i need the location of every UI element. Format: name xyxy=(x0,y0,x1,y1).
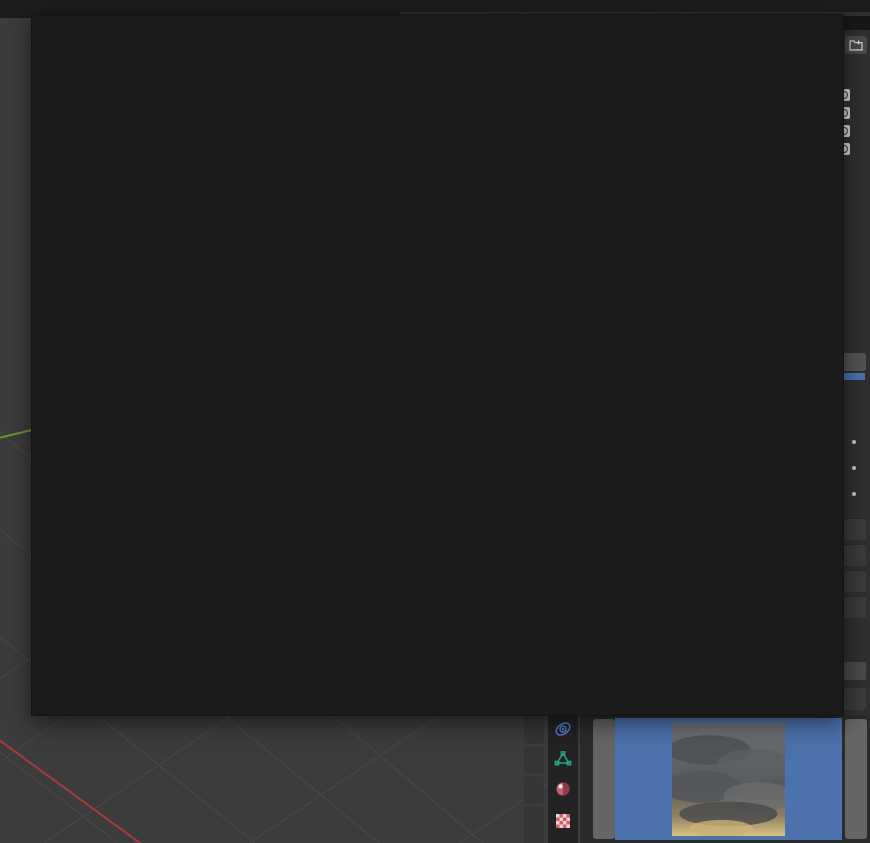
asset-picker-popup[interactable] xyxy=(31,14,844,716)
axis-x-line xyxy=(0,739,142,843)
preview-next-button[interactable] xyxy=(845,719,867,839)
physics-icon[interactable] xyxy=(552,718,574,740)
tab-m-2[interactable] xyxy=(524,776,544,804)
popup-close-icon[interactable] xyxy=(845,16,869,38)
preview-prev-button[interactable] xyxy=(593,719,615,839)
tab-m-1[interactable] xyxy=(524,746,544,774)
tab-ba[interactable] xyxy=(524,714,544,744)
new-collection-icon[interactable] xyxy=(845,36,867,54)
tab-sanct[interactable] xyxy=(524,806,544,843)
texture-icon[interactable] xyxy=(552,810,574,832)
list-item-dot-1[interactable] xyxy=(852,440,856,444)
object-data-icon[interactable] xyxy=(552,748,574,770)
list-item-dot-3[interactable] xyxy=(852,492,856,496)
list-item-dot-2[interactable] xyxy=(852,466,856,470)
preview-thumbnail[interactable] xyxy=(672,723,785,836)
blender-window xyxy=(0,0,870,843)
material-icon[interactable] xyxy=(552,778,574,800)
